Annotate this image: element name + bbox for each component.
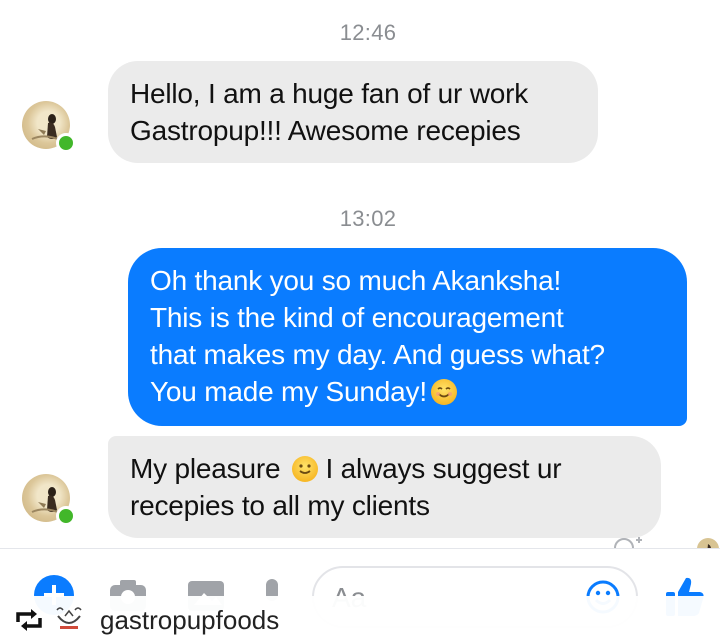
incoming-message-bubble[interactable]: My pleasure I always suggest ur recepies… [108,436,661,538]
message-text: recepies to all my clients [130,490,430,521]
message-text: Oh thank you so much Akanksha! [150,265,562,296]
online-status-dot [56,133,76,153]
avatar[interactable] [22,101,76,153]
message-text-with-emoji: My pleasure I always suggest ur [130,450,639,487]
message-text: You made my Sunday! [150,376,427,407]
message-text: I always suggest ur [325,453,562,484]
incoming-message-bubble[interactable]: Hello, I am a huge fan of ur work Gastro… [108,61,598,163]
brand-logo [54,604,84,632]
online-status-dot [56,506,76,526]
smiling-face-emoji-icon [430,379,457,405]
smiling-face-emoji-icon [291,456,318,482]
message-text: Hello, I am a huge fan of ur work [130,78,529,109]
timestamp: 13:02 [339,206,397,231]
outgoing-message-bubble[interactable]: Oh thank you so much Akanksha! This is t… [128,248,687,426]
avatar[interactable] [22,474,76,526]
timestamp: 12:46 [339,20,397,45]
repost-account-name[interactable]: gastropupfoods [100,605,279,636]
message-text: Gastropup!!! Awesome recepies [130,115,521,146]
message-text-with-emoji: You made my Sunday! [150,373,665,410]
message-text: that makes my day. And guess what? [150,339,605,370]
repost-icon[interactable] [14,608,44,632]
message-text: My pleasure [130,453,281,484]
message-text: This is the kind of encouragement [150,302,564,333]
